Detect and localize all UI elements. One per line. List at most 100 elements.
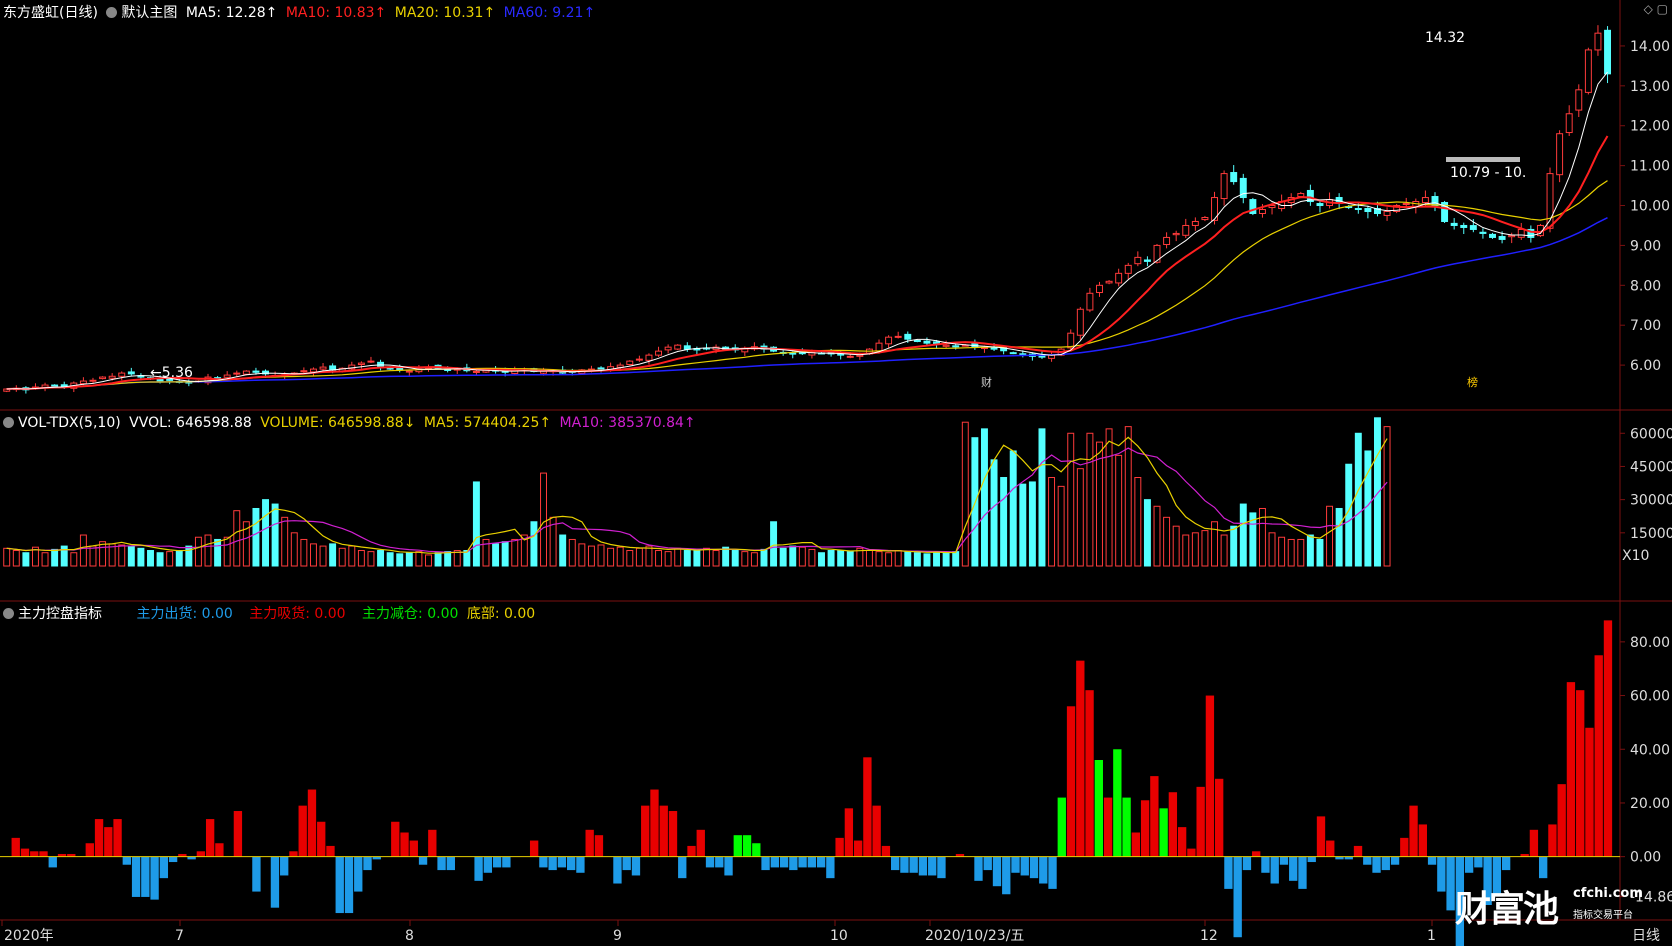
volume-bar xyxy=(511,538,519,567)
vol-ma10: MA10: 385370.84↑ xyxy=(559,415,696,431)
indicator-bar xyxy=(1427,856,1437,865)
volume-bar xyxy=(1019,483,1027,567)
price-tick-label: 13.00 xyxy=(1630,79,1670,95)
volume-bar xyxy=(952,551,960,567)
indicator-bar xyxy=(1603,620,1613,857)
candle-body xyxy=(1565,113,1573,134)
candle-body xyxy=(1115,272,1123,284)
price-tick-label: 6.00 xyxy=(1630,358,1661,374)
volume-bar xyxy=(712,550,720,567)
ma60-label: MA60: 9.21↑ xyxy=(503,5,596,21)
volume-bar xyxy=(1230,525,1238,567)
vol-name[interactable]: VOL-TDX(5,10) xyxy=(18,415,121,431)
volume-bar xyxy=(1383,426,1391,567)
price-tick-label: 12.00 xyxy=(1630,119,1670,135)
indicator-bar xyxy=(918,856,928,876)
indicator-bar xyxy=(1307,856,1316,863)
volume-bar xyxy=(1201,530,1209,567)
indicator-bar xyxy=(1353,845,1363,857)
indicator-bar xyxy=(937,856,946,879)
volume-bar xyxy=(875,551,883,567)
volume-tick-label: 15000 xyxy=(1630,526,1672,542)
volume-bar xyxy=(635,547,643,567)
ind-name[interactable]: 主力控盘指标 xyxy=(18,606,102,622)
indicator-bar xyxy=(1418,824,1427,857)
indicator-bar xyxy=(150,856,159,900)
candle-body xyxy=(309,368,317,373)
watermark-site: cfchi.com xyxy=(1573,886,1643,901)
volume-bar xyxy=(12,550,20,567)
candle-body xyxy=(683,345,691,350)
high-price-label: 14.32 xyxy=(1425,30,1465,46)
vol-ma5: MA5: 574404.25↑ xyxy=(423,415,552,431)
ma5-line xyxy=(6,71,1608,390)
indicator-bar xyxy=(891,856,900,871)
x-axis-label: 2020/10/23/五 xyxy=(925,928,1024,944)
ind-absorb: 主力吸货: 0.00 xyxy=(249,606,346,622)
candle-body xyxy=(1163,236,1171,246)
indicator-bar xyxy=(400,832,409,857)
indicator-bar xyxy=(363,856,372,871)
candle-body xyxy=(1086,292,1094,311)
settings-dot-icon[interactable] xyxy=(106,7,118,18)
candle-body xyxy=(1105,280,1113,284)
candle-body xyxy=(1575,89,1583,111)
volume-settings-dot-icon[interactable] xyxy=(3,417,14,428)
indicator-bar xyxy=(1150,776,1159,857)
volume-bar xyxy=(1211,521,1218,567)
volume-ma5-line xyxy=(6,436,1388,554)
indicator-bar xyxy=(85,843,94,857)
indicator-bar xyxy=(585,829,594,857)
indicator-bar xyxy=(1140,800,1150,857)
indicator-bar xyxy=(344,856,354,914)
candle-body xyxy=(1450,222,1458,226)
indicator-bar xyxy=(1557,784,1566,857)
main-chart-header: 东方盛虹(日线) 默认主图 MA5: 12.28↑ MA10: 10.83↑ M… xyxy=(3,3,599,23)
indicator-bar xyxy=(326,845,335,857)
indicator-bar xyxy=(1390,856,1400,865)
indicator-bar xyxy=(30,851,39,857)
indicator-bar xyxy=(215,843,224,857)
indicator-bar xyxy=(1011,856,1020,873)
candle-body xyxy=(1402,203,1410,206)
volume-bar xyxy=(980,428,988,567)
indicator-bar xyxy=(502,856,511,868)
indicator-bar xyxy=(1289,856,1298,881)
indicator-bar xyxy=(1437,856,1446,892)
indicator-tick-label: 60.00 xyxy=(1630,689,1670,705)
volume-bar xyxy=(309,543,317,567)
volume-bar xyxy=(770,521,778,567)
volume-bar xyxy=(338,547,346,567)
indicator-bar xyxy=(974,856,983,881)
volume-bar xyxy=(223,536,231,567)
indicator-bar xyxy=(1122,797,1131,857)
indicator-bar xyxy=(1094,760,1103,857)
candle-body xyxy=(1076,308,1084,336)
volume-bar xyxy=(405,552,413,567)
stock-chart-canvas[interactable]: 14.0013.0012.0011.0010.009.008.007.006.0… xyxy=(0,0,1672,946)
volume-bar xyxy=(1268,532,1276,567)
stock-title[interactable]: 东方盛虹(日线) xyxy=(3,5,98,21)
candle-body xyxy=(1220,173,1228,200)
candle-body xyxy=(357,362,365,366)
indicator-bar xyxy=(696,829,705,857)
indicator-bar xyxy=(678,856,687,879)
price-tick-label: 7.00 xyxy=(1630,318,1661,334)
volume-bar xyxy=(1115,454,1123,567)
candle-body xyxy=(626,360,634,366)
indicator-bar xyxy=(391,821,400,857)
indicator-bar xyxy=(798,856,807,868)
volume-bar xyxy=(79,534,87,567)
volume-ma10-line xyxy=(6,447,1388,553)
indicator-settings-dot-icon[interactable] xyxy=(3,608,14,619)
template-name[interactable]: 默认主图 xyxy=(121,5,177,21)
candle-body xyxy=(1364,208,1372,213)
window-controls[interactable]: ◇ ▢ xyxy=(1644,2,1668,16)
watermark-subtitle: 指标交易平台 xyxy=(1573,910,1633,921)
indicator-bar xyxy=(548,856,557,871)
candle-body xyxy=(875,342,883,352)
candle-body xyxy=(89,379,97,382)
indicator-tick-label: 0.00 xyxy=(1630,850,1661,866)
indicator-bar xyxy=(1501,856,1511,871)
indicator-bar xyxy=(307,789,317,857)
